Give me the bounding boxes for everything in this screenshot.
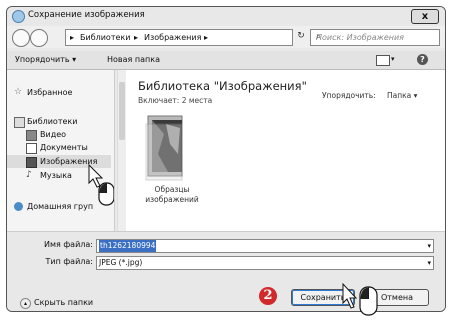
search-input[interactable]: Поиск: Изображения ⌕ [310, 29, 440, 46]
filename-label: Имя файла: [43, 240, 93, 249]
toolbar: Упорядочить ▾ Новая папка ▾ ? [7, 51, 445, 70]
new-folder-button[interactable]: Новая папка [107, 55, 160, 64]
library-title: Библиотека "Изображения" [138, 79, 307, 93]
arrange-label: Упорядочить: [322, 91, 376, 100]
forward-button[interactable] [30, 29, 48, 47]
filetype-label: Тип файла: [45, 257, 93, 266]
folder-label[interactable]: Образцы изображений [142, 185, 202, 205]
hide-folders-label: Скрыть папки [34, 298, 94, 307]
title-bar: Сохранение изображения x [7, 7, 445, 25]
sidebar-item-documents[interactable]: Документы [7, 141, 111, 154]
chevron-down-icon[interactable]: ▾ [427, 257, 431, 269]
sidebar-item-libraries[interactable]: Библиотеки [7, 115, 111, 128]
music-icon: ♪ [26, 170, 32, 180]
filename-field[interactable]: th1262180994 ▾ [96, 239, 434, 253]
sidebar-item-label: Избранное [27, 88, 73, 97]
chevron-down-icon[interactable]: ▾ [427, 240, 431, 252]
address-separator-icon: ▸ [70, 33, 75, 42]
organize-menu[interactable]: Упорядочить ▾ [15, 55, 76, 64]
app-icon [12, 10, 25, 23]
video-icon [26, 130, 37, 141]
documents-icon [26, 143, 37, 154]
folder-label-line2: изображений [145, 195, 199, 204]
address-separator-icon: ▸ [134, 33, 139, 42]
window-title: Сохранение изображения [28, 10, 145, 20]
library-icon [14, 117, 25, 128]
file-list: Библиотека "Изображения" Включает: 2 мес… [126, 70, 445, 231]
mouse-pointer-icon [88, 163, 114, 206]
breadcrumb-pictures[interactable]: Изображения [144, 30, 201, 45]
collapse-icon: ▴ [20, 298, 31, 309]
sidebar-item-label: Видео [40, 130, 67, 139]
sidebar-scrollbar[interactable] [117, 70, 126, 231]
back-button[interactable] [12, 29, 30, 47]
sidebar-item-video[interactable]: Видео [7, 128, 111, 141]
sidebar-item-label: Библиотеки [27, 117, 78, 126]
library-subtitle[interactable]: Включает: 2 места [138, 96, 212, 105]
address-bar[interactable]: ▸ Библиотеки ▸ Изображения ▸ [65, 29, 293, 46]
pictures-icon [26, 157, 37, 168]
help-icon[interactable]: ? [417, 54, 428, 65]
navigation-bar: ▸ Библиотеки ▸ Изображения ▸ ↻ Поиск: Из… [7, 26, 445, 48]
mouse-pointer-icon [342, 282, 378, 316]
breadcrumb-libraries[interactable]: Библиотеки [80, 30, 130, 45]
address-separator-icon: ▸ [204, 33, 209, 42]
filename-value: th1262180994 [99, 240, 157, 252]
sidebar-item-label: Музыка [40, 171, 72, 180]
step-badge: 2 [259, 287, 277, 305]
homegroup-icon [14, 202, 23, 211]
sidebar-item-favorites[interactable]: ☆ Избранное [7, 86, 111, 99]
arrange-dropdown[interactable]: Папка ▾ [387, 91, 417, 100]
filetype-value: JPEG (*.jpg) [99, 258, 143, 267]
folder-icon[interactable] [144, 114, 188, 182]
close-button[interactable]: x [411, 9, 439, 24]
scrollbar-thumb[interactable] [119, 82, 125, 140]
filetype-select[interactable]: JPEG (*.jpg) ▾ [96, 256, 434, 270]
view-dropdown-icon[interactable]: ▾ [391, 55, 395, 63]
refresh-icon[interactable]: ↻ [294, 29, 308, 44]
star-icon: ☆ [14, 87, 23, 97]
navigation-pane: ☆ Избранное Библиотеки Видео Документы И… [7, 70, 115, 231]
sidebar-item-label: Документы [40, 143, 88, 152]
folder-label-line1: Образцы [154, 185, 190, 194]
sidebar-item-label: Домашняя груп [27, 202, 94, 211]
view-icon[interactable] [376, 55, 390, 66]
search-icon: ⌕ [316, 32, 322, 42]
save-dialog: Сохранение изображения x ▸ Библиотеки ▸ … [6, 6, 446, 312]
